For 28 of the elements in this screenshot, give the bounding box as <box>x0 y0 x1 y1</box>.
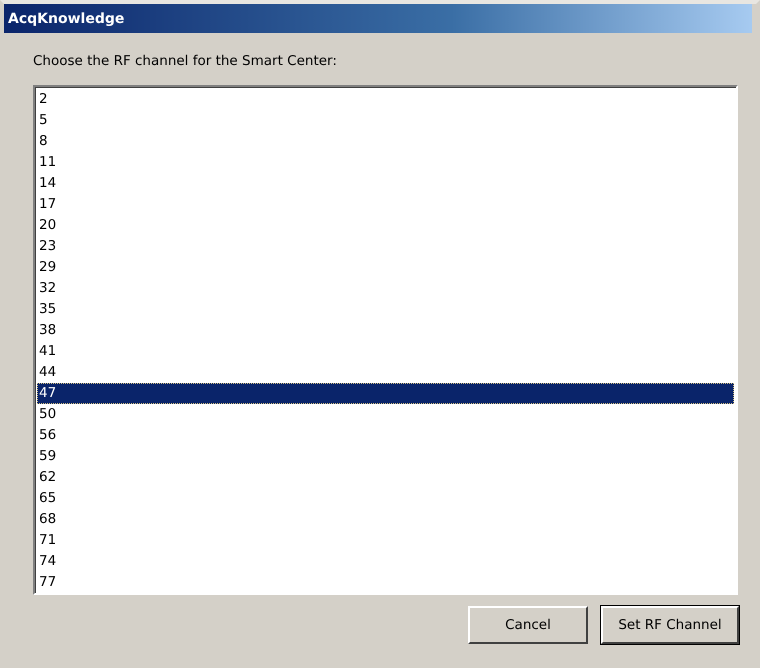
list-item[interactable]: 56 <box>37 425 734 446</box>
list-item[interactable]: 71 <box>37 530 734 551</box>
list-item[interactable]: 65 <box>37 488 734 509</box>
list-item[interactable]: 41 <box>37 341 734 362</box>
list-item[interactable]: 29 <box>37 257 734 278</box>
list-item[interactable]: 17 <box>37 194 734 215</box>
list-item[interactable]: 23 <box>37 236 734 257</box>
list-item[interactable]: 35 <box>37 299 734 320</box>
list-item[interactable]: 11 <box>37 152 734 173</box>
list-item[interactable]: 47 <box>37 383 734 404</box>
list-item[interactable]: 68 <box>37 509 734 530</box>
list-item[interactable]: 8 <box>37 131 734 152</box>
default-button[interactable]: Set RF Channel <box>601 606 739 644</box>
list-item[interactable]: 14 <box>37 173 734 194</box>
window-title: AcqKnowledge <box>4 4 752 33</box>
list-item[interactable]: 74 <box>37 551 734 572</box>
dialog-button[interactable]: Cancel <box>468 606 588 644</box>
list-item[interactable]: 50 <box>37 404 734 425</box>
list-item[interactable]: 2 <box>37 89 734 110</box>
list-item[interactable]: 77 <box>37 572 734 593</box>
list-item[interactable]: 32 <box>37 278 734 299</box>
list-item[interactable]: 38 <box>37 320 734 341</box>
list-item[interactable]: 20 <box>37 215 734 236</box>
list-item[interactable]: 44 <box>37 362 734 383</box>
prompt-label: Choose the RF channel for the Smart Center: <box>33 53 337 69</box>
list-item[interactable]: 5 <box>37 110 734 131</box>
list-item[interactable]: 62 <box>37 467 734 488</box>
list-item[interactable]: 59 <box>37 446 734 467</box>
